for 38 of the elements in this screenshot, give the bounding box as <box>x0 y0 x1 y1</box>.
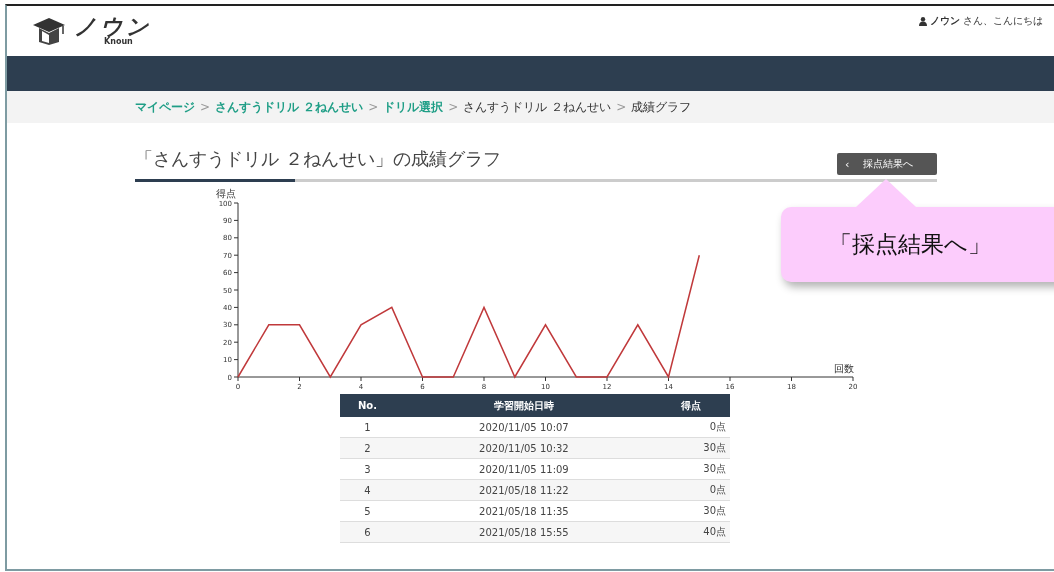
breadcrumb-link[interactable]: さんすうドリル ２ねんせい <box>215 99 364 115</box>
greeting-name: ノウン <box>930 14 960 28</box>
breadcrumb-separator: > <box>200 99 211 115</box>
graduation-cap-icon <box>32 16 66 46</box>
table-cell: 2 <box>340 437 395 459</box>
breadcrumb-item: 成績グラフ <box>631 99 692 115</box>
y-axis-label: 得点 <box>216 188 236 199</box>
table-cell: 0点 <box>653 417 730 438</box>
table-cell: 4 <box>340 479 395 501</box>
breadcrumb-link[interactable]: マイページ <box>135 99 195 115</box>
column-header: No. <box>340 394 395 417</box>
table-cell: 2020/11/05 10:32 <box>394 437 653 459</box>
table-cell: 30点 <box>653 458 730 480</box>
breadcrumb-link[interactable]: ドリル選択 <box>383 99 444 115</box>
table-cell: 2020/11/05 10:07 <box>394 417 653 438</box>
table-cell: 30点 <box>653 500 730 522</box>
table-cell: 6 <box>340 521 395 543</box>
table-cell: 2021/05/18 15:55 <box>394 521 653 543</box>
table-cell: 2021/05/18 11:35 <box>394 500 653 522</box>
x-axis-label: 回数 <box>834 363 854 374</box>
logo-text: ノウン <box>74 16 152 38</box>
callout-text: 「採点結果へ」 <box>829 230 991 259</box>
table-cell: 5 <box>340 500 395 522</box>
breadcrumb-item: さんすうドリル ２ねんせい <box>463 99 612 115</box>
table-cell: 3 <box>340 458 395 480</box>
column-header: 得点 <box>653 394 730 417</box>
table-cell: 1 <box>340 417 395 438</box>
logo-subtext: Knoun <box>104 38 133 46</box>
table-cell: 2021/05/18 11:22 <box>394 479 653 501</box>
breadcrumb-separator: > <box>448 99 459 115</box>
greeting-text: さん、こんにちは <box>963 14 1043 28</box>
column-header: 学習開始日時 <box>394 394 653 417</box>
user-icon <box>919 16 927 26</box>
back-button[interactable]: ‹ 採点結果へ <box>837 153 937 175</box>
table-cell: 2020/11/05 11:09 <box>394 458 653 480</box>
page-title: 「さんすうドリル ２ねんせい」の成績グラフ <box>135 147 501 171</box>
breadcrumb-separator: > <box>616 99 627 115</box>
breadcrumb-separator: > <box>368 99 379 115</box>
